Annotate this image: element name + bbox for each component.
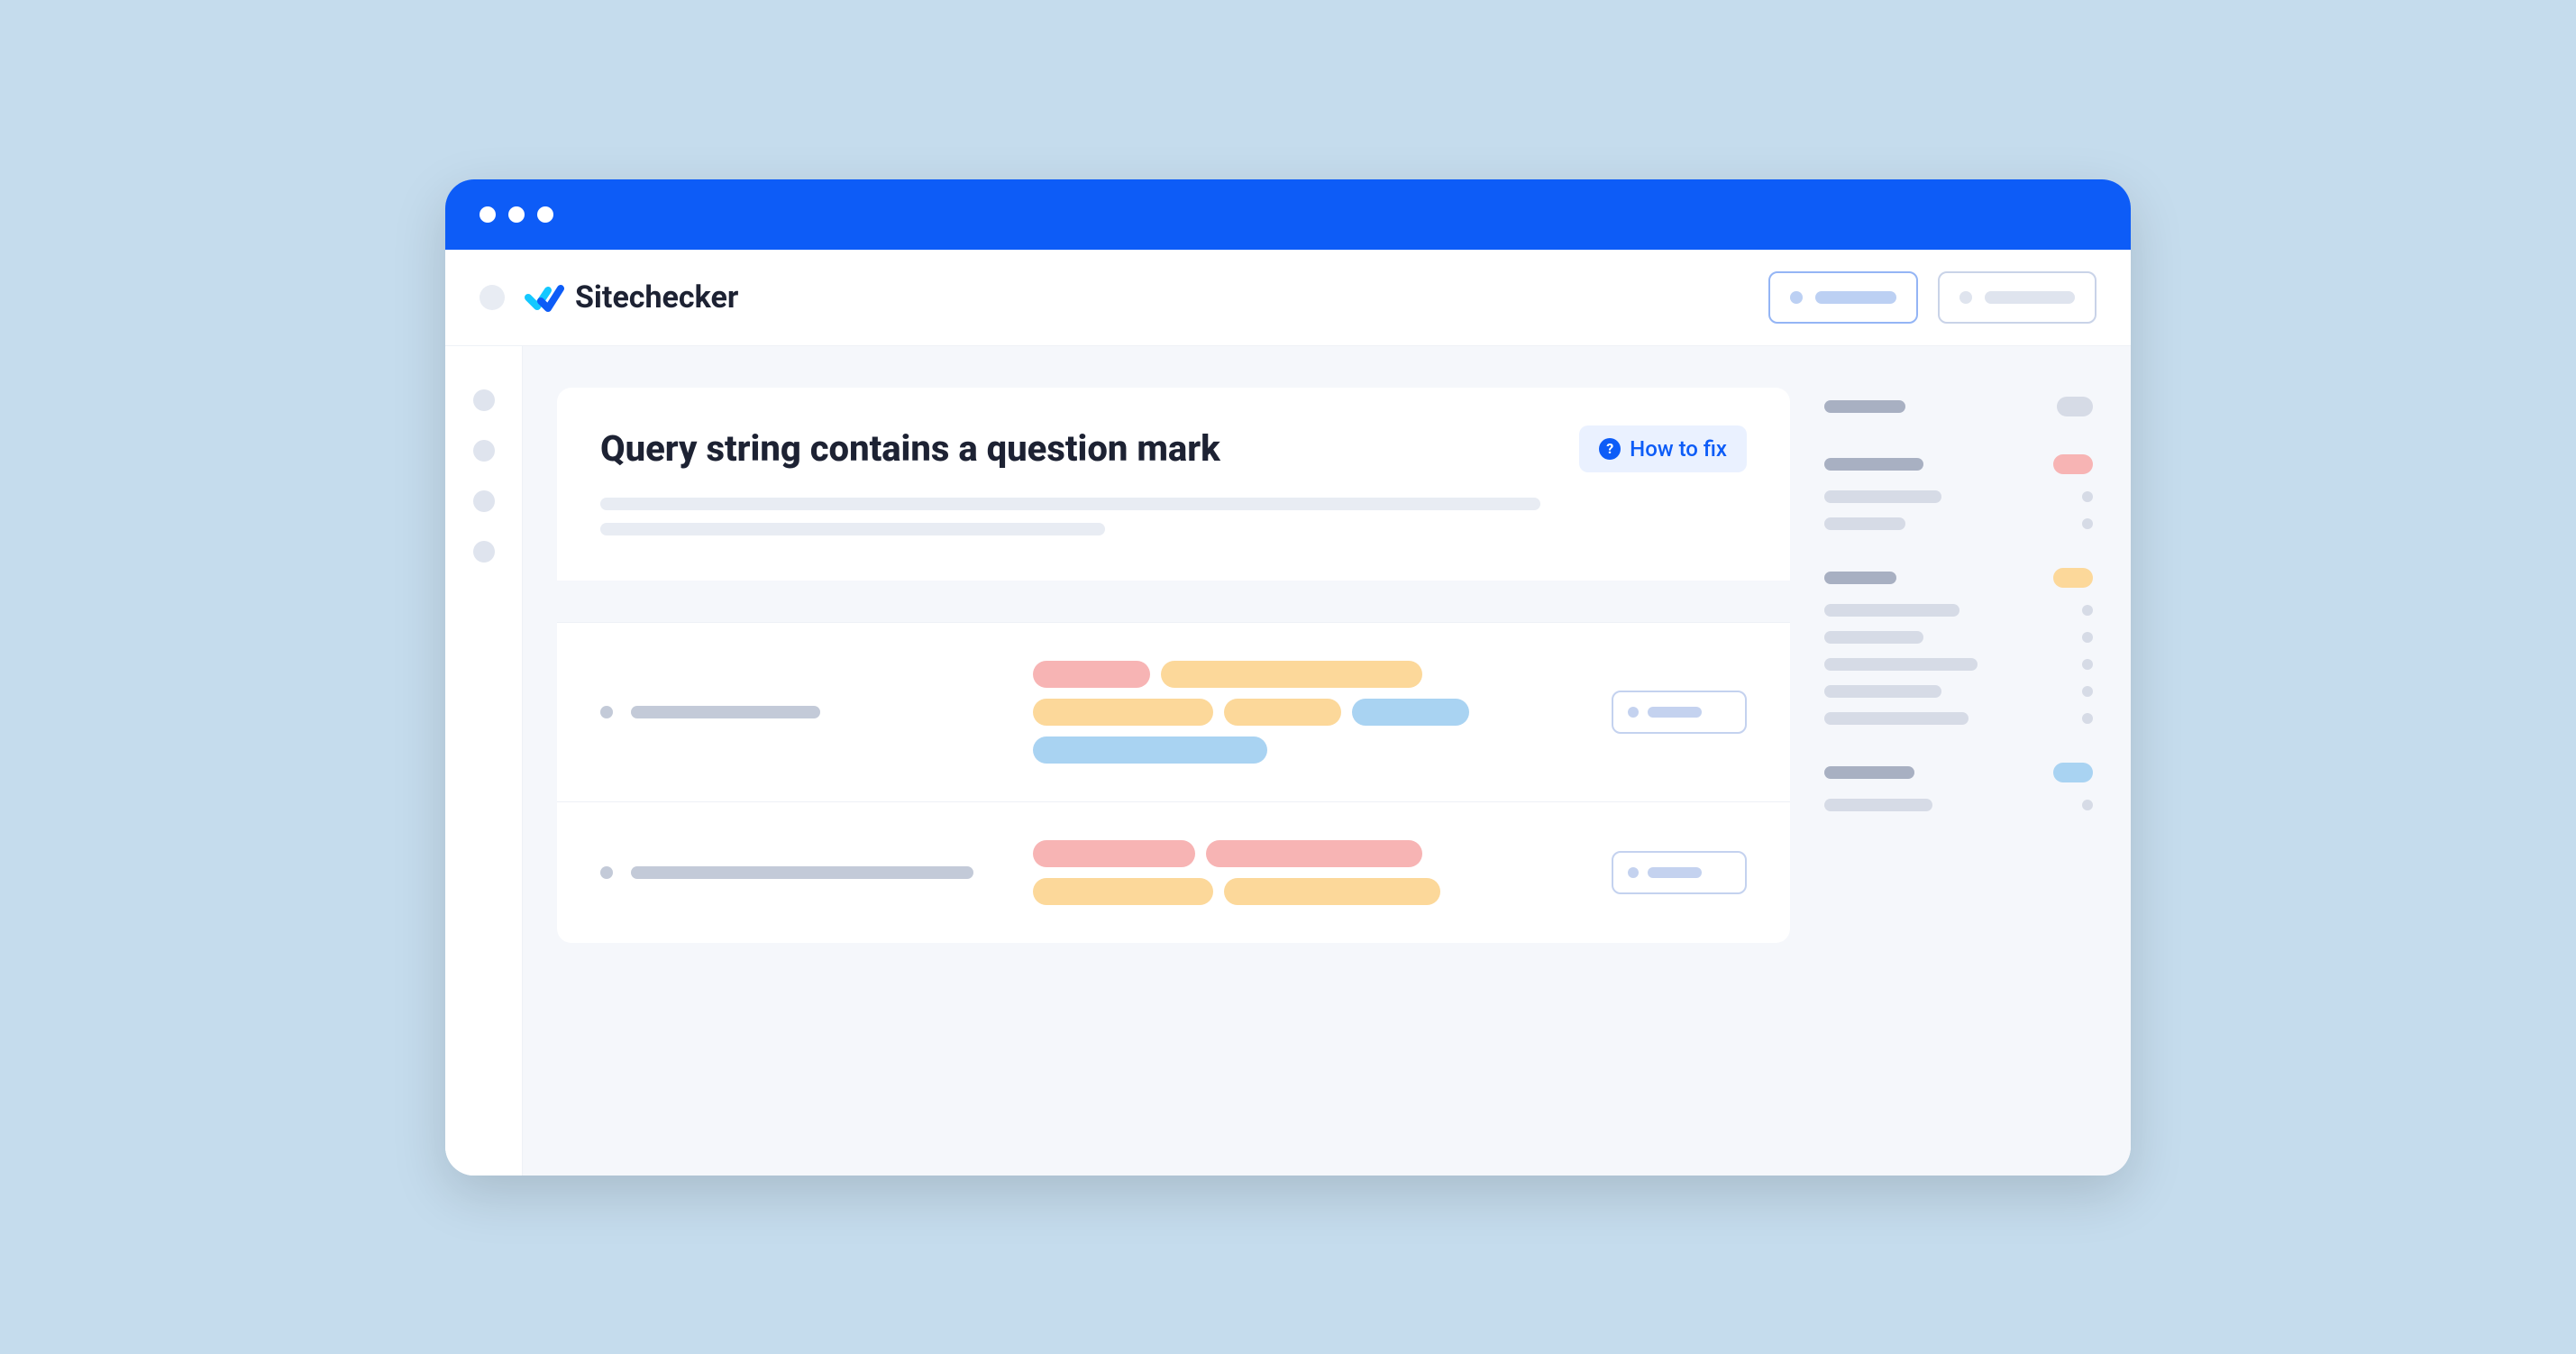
sidebar-item[interactable] [473, 541, 495, 563]
main-content: Query string contains a question mark ? … [523, 346, 1824, 1176]
how-to-fix-button[interactable]: ? How to fix [1579, 425, 1747, 472]
tag [1033, 840, 1195, 867]
panel-item[interactable] [1824, 685, 2093, 698]
checkmark-icon [525, 281, 564, 314]
issue-card: Query string contains a question mark ? … [557, 388, 1790, 943]
tag [1224, 878, 1440, 905]
sidebar [445, 346, 523, 1176]
panel-section [1824, 763, 2093, 811]
panel-section [1824, 568, 2093, 725]
panel-item[interactable] [1824, 658, 2093, 671]
how-to-fix-label: How to fix [1630, 436, 1727, 462]
brand-logo[interactable]: Sitechecker [525, 279, 738, 316]
panel-item[interactable] [1824, 517, 2093, 530]
tag [1033, 661, 1150, 688]
panel-item[interactable] [1824, 631, 2093, 644]
card-header: Query string contains a question mark ? … [557, 388, 1790, 581]
app-header: Sitechecker [445, 250, 2131, 346]
menu-toggle[interactable] [480, 285, 505, 310]
issue-row [557, 622, 1790, 801]
tag [1033, 736, 1267, 764]
url-column [600, 866, 1006, 879]
panel-item[interactable] [1824, 490, 2093, 503]
right-panel [1824, 346, 2131, 1176]
row-action-button[interactable] [1612, 691, 1747, 734]
header-button-primary[interactable] [1768, 271, 1918, 324]
page-title: Query string contains a question mark [600, 427, 1220, 470]
table-header [557, 581, 1790, 622]
tag [1224, 699, 1341, 726]
tag [1206, 840, 1422, 867]
description-placeholder [600, 523, 1105, 535]
row-action-button[interactable] [1612, 851, 1747, 894]
tags-column [1033, 661, 1585, 764]
panel-section [1824, 454, 2093, 530]
window-control-close[interactable] [480, 206, 496, 223]
app-window: Sitechecker Query string contains a ques… [445, 179, 2131, 1176]
help-icon: ? [1599, 438, 1621, 460]
panel-item[interactable] [1824, 799, 2093, 811]
header-button-secondary[interactable] [1938, 271, 2096, 324]
description-placeholder [600, 498, 1540, 510]
window-control-minimize[interactable] [508, 206, 525, 223]
sidebar-item[interactable] [473, 440, 495, 462]
url-column [600, 706, 1006, 718]
panel-item[interactable] [1824, 604, 2093, 617]
sidebar-item[interactable] [473, 389, 495, 411]
window-control-maximize[interactable] [537, 206, 553, 223]
tags-column [1033, 840, 1585, 905]
sidebar-item[interactable] [473, 490, 495, 512]
brand-name: Sitechecker [575, 279, 738, 316]
panel-item[interactable] [1824, 712, 2093, 725]
issue-row [557, 801, 1790, 943]
app-body: Query string contains a question mark ? … [445, 346, 2131, 1176]
tag [1033, 878, 1213, 905]
titlebar [445, 179, 2131, 250]
panel-section [1824, 397, 2093, 416]
tag [1352, 699, 1469, 726]
tag [1161, 661, 1422, 688]
tag [1033, 699, 1213, 726]
